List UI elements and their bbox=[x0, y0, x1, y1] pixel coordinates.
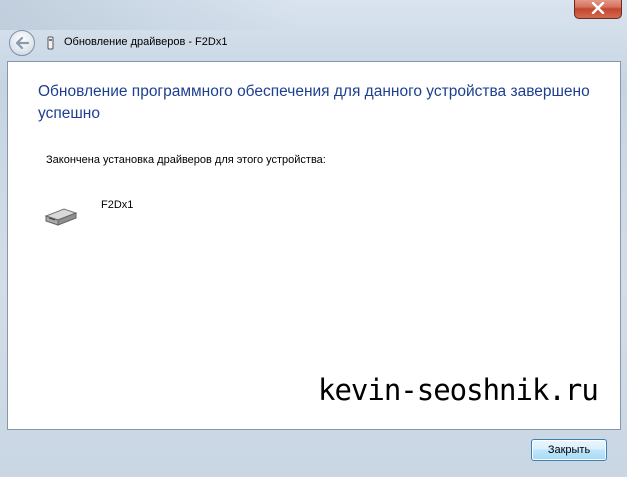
navigation-bar: Обновление драйверов - F2Dx1 bbox=[0, 26, 627, 60]
window-title: Обновление драйверов - F2Dx1 bbox=[64, 36, 228, 48]
usb-device-icon bbox=[47, 36, 54, 50]
status-text: Закончена установка драйверов для этого … bbox=[46, 154, 326, 166]
device-name: F2Dx1 bbox=[101, 199, 134, 211]
page-title: Обновление программного обеспечения для … bbox=[38, 83, 590, 122]
watermark-text: kevin-seoshnik.ru bbox=[318, 373, 599, 407]
back-arrow-icon bbox=[15, 37, 29, 49]
back-button[interactable] bbox=[9, 30, 35, 56]
drive-icon bbox=[44, 208, 78, 226]
close-x-icon bbox=[591, 2, 605, 14]
window-frame: Обновление драйверов - F2Dx1 Обновление … bbox=[0, 0, 627, 477]
close-button[interactable]: Закрыть bbox=[531, 439, 607, 461]
window-close-button[interactable] bbox=[574, 0, 622, 19]
